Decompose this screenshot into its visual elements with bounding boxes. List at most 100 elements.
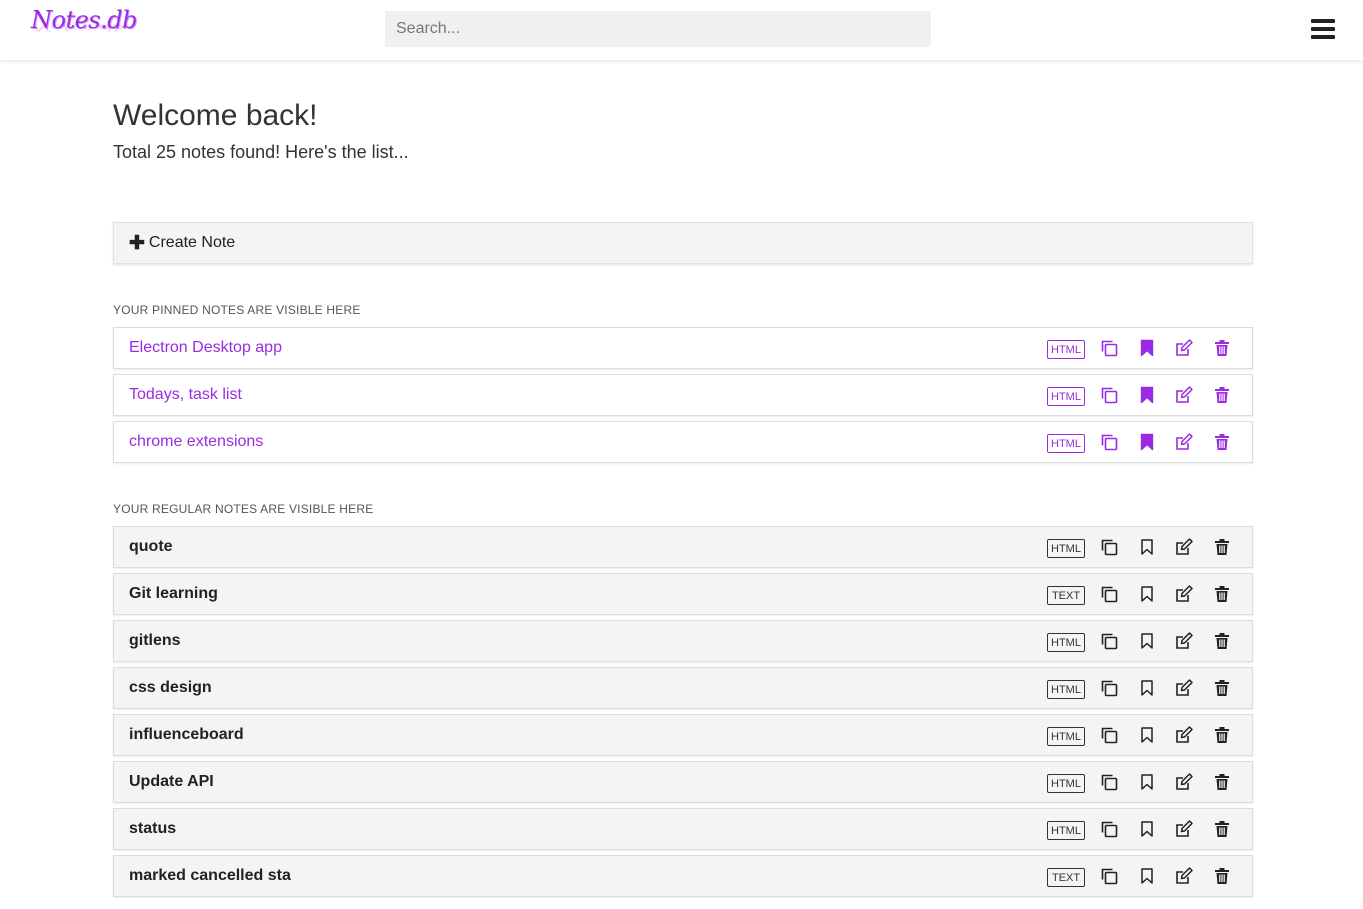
note-title[interactable]: status [129, 820, 176, 838]
regular-note-row[interactable]: status HTML [113, 808, 1253, 850]
trash-icon[interactable] [1212, 866, 1232, 886]
copy-icon[interactable] [1099, 725, 1119, 745]
note-title[interactable]: influenceboard [129, 726, 244, 744]
hamburger-icon[interactable] [1311, 19, 1335, 41]
copy-icon[interactable] [1099, 631, 1119, 651]
app-logo[interactable]: Notes.db Notes.db [31, 6, 141, 50]
regular-note-row[interactable]: gitlens HTML [113, 620, 1253, 662]
note-actions: HTML [1032, 621, 1252, 661]
regular-note-row[interactable]: quote HTML [113, 526, 1253, 568]
copy-icon[interactable] [1099, 584, 1119, 604]
plus-icon: ✚ [129, 232, 145, 254]
note-type-badge[interactable]: HTML [1047, 727, 1085, 746]
note-type-badge[interactable]: HTML [1047, 340, 1085, 359]
trash-icon[interactable] [1212, 725, 1232, 745]
bookmark-icon[interactable] [1137, 866, 1157, 886]
note-title[interactable]: quote [129, 538, 173, 556]
regular-section-label: YOUR REGULAR NOTES ARE VISIBLE HERE [113, 502, 374, 516]
notes-count-text: Total 25 notes found! Here's the list... [113, 142, 409, 162]
bookmark-icon[interactable] [1137, 819, 1157, 839]
note-actions: HTML [1032, 375, 1252, 415]
note-title[interactable]: gitlens [129, 632, 181, 650]
note-title[interactable]: Electron Desktop app [129, 339, 282, 357]
trash-icon[interactable] [1212, 678, 1232, 698]
note-title[interactable]: Todays, task list [129, 386, 242, 404]
edit-icon[interactable] [1174, 385, 1194, 405]
pinned-note-row[interactable]: Todays, task list HTML [113, 374, 1253, 416]
top-navbar: Notes.db Notes.db [0, 0, 1363, 60]
note-actions: HTML [1032, 328, 1252, 368]
trash-icon[interactable] [1212, 584, 1232, 604]
copy-icon[interactable] [1099, 678, 1119, 698]
edit-icon[interactable] [1174, 866, 1194, 886]
edit-icon[interactable] [1174, 725, 1194, 745]
pinned-note-row[interactable]: Electron Desktop app HTML [113, 327, 1253, 369]
edit-icon[interactable] [1174, 819, 1194, 839]
regular-note-row[interactable]: Git learning TEXT [113, 573, 1253, 615]
trash-icon[interactable] [1212, 432, 1232, 452]
create-note-label: Create Note [148, 234, 236, 251]
note-actions: HTML [1032, 809, 1252, 849]
search-input[interactable] [385, 11, 931, 47]
regular-note-row[interactable]: Update API HTML [113, 761, 1253, 803]
edit-icon[interactable] [1174, 432, 1194, 452]
note-actions: TEXT [1032, 856, 1252, 896]
copy-icon[interactable] [1099, 772, 1119, 792]
bookmark-icon[interactable] [1137, 584, 1157, 604]
regular-note-row[interactable]: css design HTML [113, 667, 1253, 709]
note-actions: HTML [1032, 715, 1252, 755]
pinned-section-label: YOUR PINNED NOTES ARE VISIBLE HERE [113, 303, 361, 317]
edit-icon[interactable] [1174, 338, 1194, 358]
copy-icon[interactable] [1099, 866, 1119, 886]
trash-icon[interactable] [1212, 772, 1232, 792]
note-title[interactable]: Git learning [129, 585, 218, 603]
note-title[interactable]: Update API [129, 773, 214, 791]
trash-icon[interactable] [1212, 338, 1232, 358]
edit-icon[interactable] [1174, 584, 1194, 604]
bookmark-icon[interactable] [1137, 678, 1157, 698]
copy-icon[interactable] [1099, 338, 1119, 358]
copy-icon[interactable] [1099, 432, 1119, 452]
note-actions: HTML [1032, 422, 1252, 462]
note-actions: TEXT [1032, 574, 1252, 614]
create-note-button[interactable]: ✚ Create Note [113, 222, 1253, 264]
edit-icon[interactable] [1174, 631, 1194, 651]
note-title[interactable]: chrome extensions [129, 433, 263, 451]
copy-icon[interactable] [1099, 819, 1119, 839]
edit-icon[interactable] [1174, 537, 1194, 557]
bookmark-filled-icon[interactable] [1137, 432, 1157, 452]
trash-icon[interactable] [1212, 819, 1232, 839]
bookmark-filled-icon[interactable] [1137, 338, 1157, 358]
note-type-badge[interactable]: HTML [1047, 539, 1085, 558]
note-actions: HTML [1032, 668, 1252, 708]
note-type-badge[interactable]: HTML [1047, 633, 1085, 652]
note-type-badge[interactable]: HTML [1047, 434, 1085, 453]
trash-icon[interactable] [1212, 537, 1232, 557]
note-type-badge[interactable]: TEXT [1047, 868, 1085, 887]
bookmark-icon[interactable] [1137, 537, 1157, 557]
note-title[interactable]: marked cancelled sta [129, 867, 291, 885]
copy-icon[interactable] [1099, 537, 1119, 557]
logo-reflection: Notes.db [33, 22, 125, 33]
regular-note-row[interactable]: marked cancelled sta TEXT [113, 855, 1253, 897]
note-actions: HTML [1032, 762, 1252, 802]
note-title[interactable]: css design [129, 679, 212, 697]
note-actions: HTML [1032, 527, 1252, 567]
note-type-badge[interactable]: HTML [1047, 680, 1085, 699]
bookmark-icon[interactable] [1137, 725, 1157, 745]
trash-icon[interactable] [1212, 631, 1232, 651]
bookmark-filled-icon[interactable] [1137, 385, 1157, 405]
trash-icon[interactable] [1212, 385, 1232, 405]
bookmark-icon[interactable] [1137, 631, 1157, 651]
edit-icon[interactable] [1174, 678, 1194, 698]
note-type-badge[interactable]: HTML [1047, 387, 1085, 406]
edit-icon[interactable] [1174, 772, 1194, 792]
pinned-note-row[interactable]: chrome extensions HTML [113, 421, 1253, 463]
note-type-badge[interactable]: HTML [1047, 821, 1085, 840]
copy-icon[interactable] [1099, 385, 1119, 405]
note-type-badge[interactable]: HTML [1047, 774, 1085, 793]
bookmark-icon[interactable] [1137, 772, 1157, 792]
regular-note-row[interactable]: influenceboard HTML [113, 714, 1253, 756]
note-type-badge[interactable]: TEXT [1047, 586, 1085, 605]
page-title: Welcome back! [113, 99, 318, 132]
